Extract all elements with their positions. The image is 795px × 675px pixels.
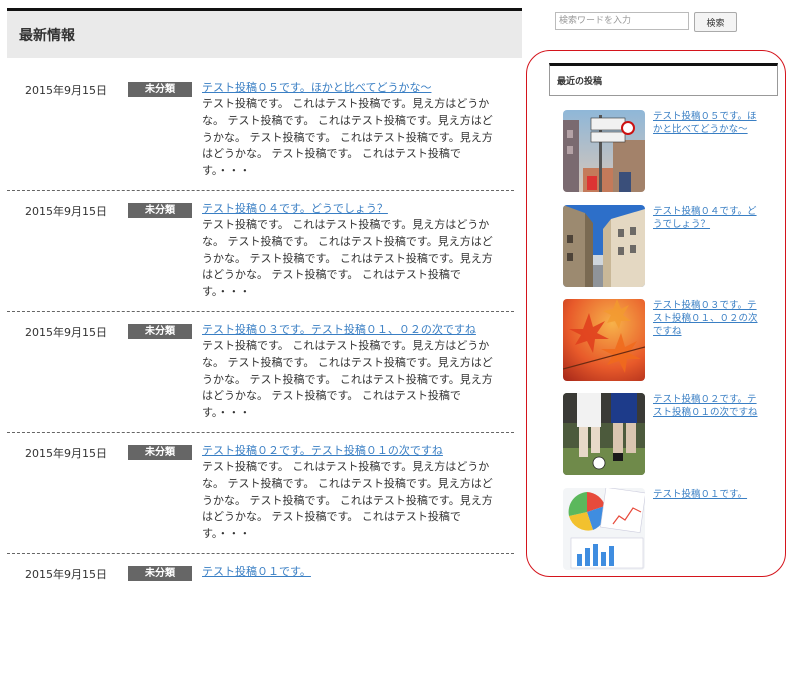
post-excerpt: テスト投稿です。 これはテスト投稿です。見え方はどうかな。 テスト投稿です。 こ… — [202, 460, 493, 541]
post-excerpt: テスト投稿です。 これはテスト投稿です。見え方はどうかな。 テスト投稿です。 こ… — [202, 339, 493, 420]
european-buildings-photo[interactable] — [563, 205, 645, 287]
recent-post-item: テスト投稿０３です。テスト投稿０１、０２の次ですね — [563, 299, 773, 381]
category-badge[interactable]: 未分類 — [128, 324, 192, 339]
post-item: 2015年9月15日 未分類 テスト投稿０５です。ほかと比べてどうかな〜 テスト… — [7, 70, 514, 191]
page-title: 最新情報 — [19, 27, 75, 44]
post-title-link[interactable]: テスト投稿０２です。テスト投稿０１の次ですね — [202, 443, 514, 459]
post-excerpt: テスト投稿です。 これはテスト投稿です。見え方はどうかな。 テスト投稿です。 こ… — [202, 97, 493, 178]
post-date: 2015年9月15日 — [25, 84, 107, 97]
soccer-players-photo[interactable] — [563, 393, 645, 475]
charts-documents-photo[interactable] — [563, 488, 645, 570]
section-header: 最新情報 — [7, 8, 522, 58]
recent-post-link[interactable]: テスト投稿０４です。どうでしょう？ — [653, 205, 765, 231]
recent-post-item: テスト投稿０５です。ほかと比べてどうかな〜 — [563, 110, 773, 192]
recent-post-item: テスト投稿０４です。どうでしょう？ — [563, 205, 773, 287]
post-excerpt: テスト投稿です。 これはテスト投稿です。見え方はどうかな。 テスト投稿です。 こ… — [202, 218, 493, 299]
post-date: 2015年9月15日 — [25, 447, 107, 460]
recent-post-item: テスト投稿０２です。テスト投稿０１の次ですね — [563, 393, 773, 475]
main-column: 最新情報 — [7, 8, 522, 58]
post-date: 2015年9月15日 — [25, 326, 107, 339]
search-button[interactable]: 検索 — [694, 12, 737, 32]
category-badge[interactable]: 未分類 — [128, 82, 192, 97]
search-form: 検索 — [555, 12, 737, 32]
recent-posts-heading: 最近の投稿 — [549, 63, 778, 96]
post-title-link[interactable]: テスト投稿０１です。 — [202, 564, 514, 580]
recent-post-item: テスト投稿０１です。 — [563, 488, 773, 570]
post-item: 2015年9月15日 未分類 テスト投稿０３です。テスト投稿０１、０２の次ですね… — [7, 312, 514, 433]
post-title-link[interactable]: テスト投稿０３です。テスト投稿０１、０２の次ですね — [202, 322, 514, 338]
category-badge[interactable]: 未分類 — [128, 203, 192, 218]
recent-post-link[interactable]: テスト投稿０５です。ほかと比べてどうかな〜 — [653, 110, 765, 136]
post-date: 2015年9月15日 — [25, 205, 107, 218]
recent-post-link[interactable]: テスト投稿０１です。 — [653, 488, 765, 501]
street-signs-photo[interactable] — [563, 110, 645, 192]
post-title-link[interactable]: テスト投稿０４です。どうでしょう？ — [202, 201, 514, 217]
search-input[interactable] — [555, 12, 689, 30]
category-badge[interactable]: 未分類 — [128, 445, 192, 460]
post-item: 2015年9月15日 未分類 テスト投稿０１です。 — [7, 554, 514, 675]
category-badge[interactable]: 未分類 — [128, 566, 192, 581]
post-list: 2015年9月15日 未分類 テスト投稿０５です。ほかと比べてどうかな〜 テスト… — [7, 70, 514, 675]
post-item: 2015年9月15日 未分類 テスト投稿０２です。テスト投稿０１の次ですね テス… — [7, 433, 514, 554]
recent-post-link[interactable]: テスト投稿０３です。テスト投稿０１、０２の次ですね — [653, 299, 765, 338]
post-item: 2015年9月15日 未分類 テスト投稿０４です。どうでしょう？ テスト投稿です… — [7, 191, 514, 312]
autumn-maple-leaves-photo[interactable] — [563, 299, 645, 381]
recent-post-link[interactable]: テスト投稿０２です。テスト投稿０１の次ですね — [653, 393, 765, 419]
post-date: 2015年9月15日 — [25, 568, 107, 581]
post-title-link[interactable]: テスト投稿０５です。ほかと比べてどうかな〜 — [202, 80, 514, 96]
